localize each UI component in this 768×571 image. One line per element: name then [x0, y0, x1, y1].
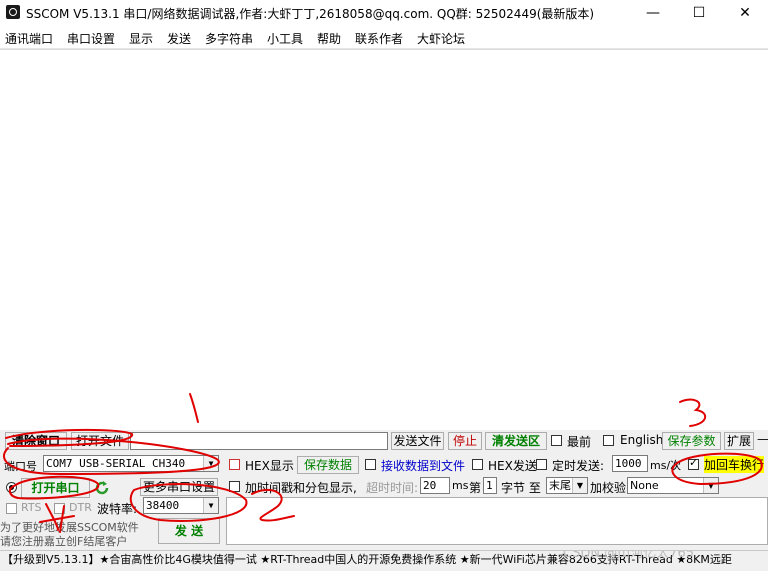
expand-button[interactable]: 扩展	[724, 432, 754, 450]
receive-text-area[interactable]	[0, 49, 768, 430]
english-checkbox[interactable]	[603, 435, 614, 446]
watermark: CSDN @山河亿太765	[563, 550, 695, 561]
interval-input[interactable]: 1000	[612, 455, 648, 472]
port-status-indicator	[6, 482, 17, 493]
byte-start-input[interactable]: 1	[483, 477, 497, 494]
file-path-input[interactable]	[130, 432, 388, 450]
add-crlf-checkbox[interactable]	[688, 456, 699, 470]
dash-label: —	[757, 432, 768, 446]
timestamp-checkbox[interactable]	[229, 481, 240, 492]
hex-display-label: HEX显示	[245, 459, 294, 473]
topmost-label: 最前	[567, 435, 592, 449]
recv-to-file-checkbox[interactable]	[365, 459, 376, 470]
title-bar: SSCOM V5.13.1 串口/网络数据调试器,作者:大虾丁丁,2618058…	[0, 0, 768, 26]
status-bar: 【升级到V5.13.1】★合宙高性价比4G模块值得一试 ★RT-Thread中国…	[0, 550, 768, 571]
rts-checkbox[interactable]	[6, 503, 17, 514]
add-crlf-label: 加回车换行	[704, 456, 765, 473]
menu-multi-string[interactable]: 多字符串	[205, 30, 253, 47]
end-select-value: 末尾	[549, 479, 571, 492]
chevron-down-icon: ▼	[572, 478, 587, 493]
save-params-button[interactable]: 保存参数	[662, 432, 721, 450]
menu-help[interactable]: 帮助	[317, 30, 341, 47]
menu-comm-port[interactable]: 通讯端口	[5, 30, 53, 47]
refresh-icon[interactable]	[93, 479, 111, 497]
close-button[interactable]: ✕	[722, 0, 768, 26]
byte-range-label: 字节 至	[501, 481, 541, 495]
send-text-area[interactable]	[226, 497, 768, 545]
menu-display[interactable]: 显示	[129, 30, 153, 47]
checksum-select[interactable]: None ▼	[627, 477, 719, 494]
app-icon	[6, 5, 20, 19]
menu-tools[interactable]: 小工具	[267, 30, 303, 47]
timed-send-checkbox[interactable]	[536, 459, 547, 470]
save-data-button[interactable]: 保存数据	[297, 456, 359, 474]
hex-send-label: HEX发送	[488, 459, 537, 473]
interval-unit-label: ms/次	[650, 459, 682, 472]
dtr-label: DTR	[69, 501, 92, 514]
baud-label: 波特率:	[97, 502, 138, 516]
baud-select[interactable]: 38400 ▼	[143, 497, 219, 514]
english-label: English	[620, 433, 664, 447]
port-select-value: COM7 USB-SERIAL CH340	[46, 457, 186, 470]
timeout-label: 超时时间:	[366, 481, 419, 495]
checksum-select-value: None	[630, 479, 659, 492]
maximize-button[interactable]: ☐	[676, 0, 722, 26]
port-select[interactable]: COM7 USB-SERIAL CH340 ▼	[43, 455, 219, 472]
menu-contact-author[interactable]: 联系作者	[355, 30, 403, 47]
topmost-checkbox[interactable]	[551, 435, 562, 446]
window-title: SSCOM V5.13.1 串口/网络数据调试器,作者:大虾丁丁,2618058…	[26, 7, 595, 21]
stop-button[interactable]: 停止	[448, 432, 482, 450]
chevron-down-icon: ▼	[203, 498, 218, 513]
rts-label: RTS	[21, 501, 42, 514]
send-file-button[interactable]: 发送文件	[391, 432, 444, 450]
open-port-button[interactable]: 打开串口	[21, 478, 90, 498]
checksum-label: 加校验	[590, 481, 627, 495]
menu-forum[interactable]: 大虾论坛	[417, 30, 465, 47]
dtr-checkbox[interactable]	[54, 503, 65, 514]
timestamp-label: 加时间戳和分包显示,	[245, 481, 357, 495]
byte-no-label: 第	[469, 481, 482, 495]
send-button[interactable]: 发 送	[158, 518, 220, 544]
hex-send-checkbox[interactable]	[472, 459, 483, 470]
timeout-unit-label: ms	[452, 479, 469, 492]
clear-send-button[interactable]: 清发送区	[485, 432, 547, 450]
menu-bar: 通讯端口 串口设置 显示 发送 多字符串 小工具 帮助 联系作者 大虾论坛	[0, 26, 768, 49]
port-label: 端口号	[4, 460, 37, 473]
promo-line2: 请您注册嘉立创F结尾客户	[0, 535, 128, 548]
end-select[interactable]: 末尾 ▼	[546, 477, 588, 494]
chevron-down-icon: ▼	[703, 478, 718, 493]
menu-send[interactable]: 发送	[167, 30, 191, 47]
clear-window-button[interactable]: 清除窗口	[5, 432, 67, 450]
timed-send-label: 定时发送:	[552, 459, 605, 473]
hex-display-checkbox[interactable]	[229, 459, 240, 470]
more-settings-button[interactable]: 更多串口设置	[140, 478, 218, 496]
minimize-button[interactable]: —	[630, 0, 676, 26]
baud-select-value: 38400	[146, 499, 180, 512]
timeout-input[interactable]: 20	[420, 477, 450, 494]
menu-serial-settings[interactable]: 串口设置	[67, 30, 115, 47]
recv-to-file-label: 接收数据到文件	[381, 459, 466, 473]
chevron-down-icon: ▼	[203, 456, 218, 471]
open-file-button[interactable]: 打开文件	[71, 432, 129, 450]
